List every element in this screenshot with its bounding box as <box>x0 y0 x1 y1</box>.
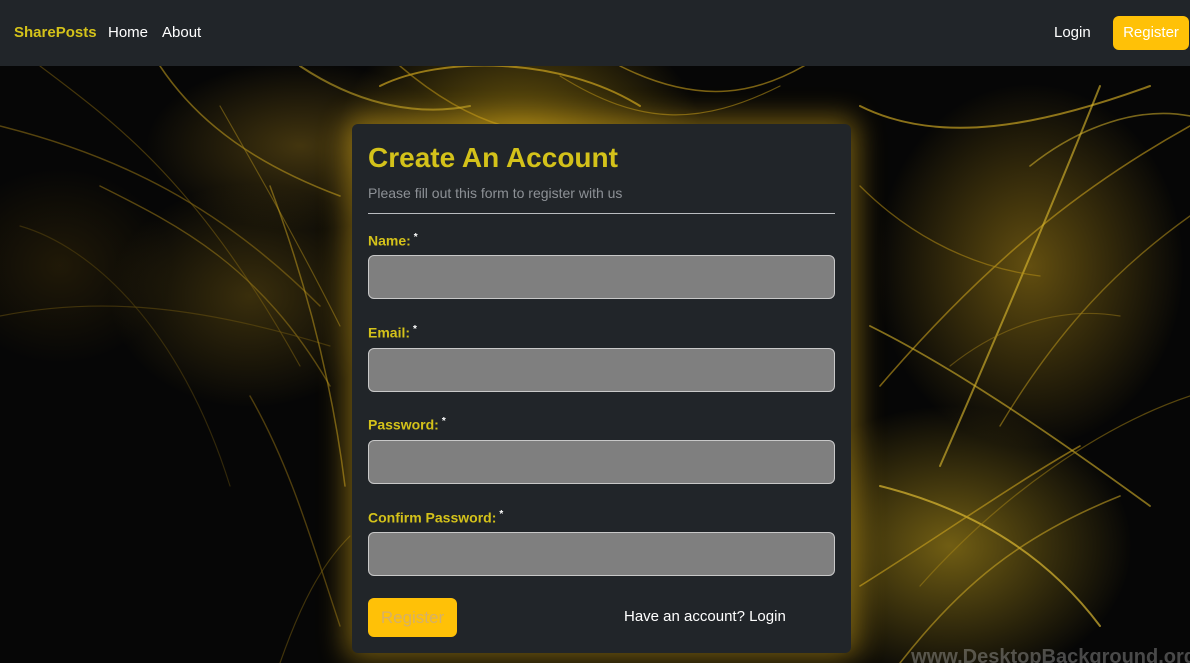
password-input[interactable] <box>368 440 835 484</box>
divider <box>368 213 835 214</box>
name-input[interactable] <box>368 255 835 299</box>
required-mark: * <box>413 232 418 243</box>
required-mark: * <box>413 324 417 335</box>
nav-login-link[interactable]: Login <box>1054 24 1091 41</box>
login-link[interactable]: Have an account? Login <box>624 608 786 625</box>
register-submit-button[interactable]: Register <box>368 598 457 637</box>
nav-about-link[interactable]: About <box>162 24 201 41</box>
form-title: Create An Account <box>368 142 618 173</box>
register-card: Create An Account Please fill out this f… <box>352 124 851 653</box>
confirm-password-label-text: Confirm Password: <box>368 509 497 526</box>
confirm-password-input[interactable] <box>368 532 835 576</box>
password-label-text: Password: <box>368 416 439 433</box>
name-label: Name: * <box>368 232 418 249</box>
form-subtitle: Please fill out this form to register wi… <box>368 185 623 201</box>
nav-register-button[interactable]: Register <box>1113 16 1189 50</box>
required-mark: * <box>441 416 446 427</box>
watermark-text: www.DesktopBackground.org <box>911 646 1190 663</box>
confirm-password-label: Confirm Password: * <box>368 509 503 526</box>
navbar: SharePosts Home About Login Register <box>0 0 1190 66</box>
required-mark: * <box>499 509 504 520</box>
nav-home-link[interactable]: Home <box>108 24 148 41</box>
name-label-text: Name: <box>368 232 411 249</box>
email-input[interactable] <box>368 348 835 392</box>
email-label: Email: * <box>368 324 417 341</box>
email-label-text: Email: <box>368 324 411 341</box>
password-label: Password: * <box>368 416 446 433</box>
brand-link[interactable]: SharePosts <box>14 24 97 41</box>
